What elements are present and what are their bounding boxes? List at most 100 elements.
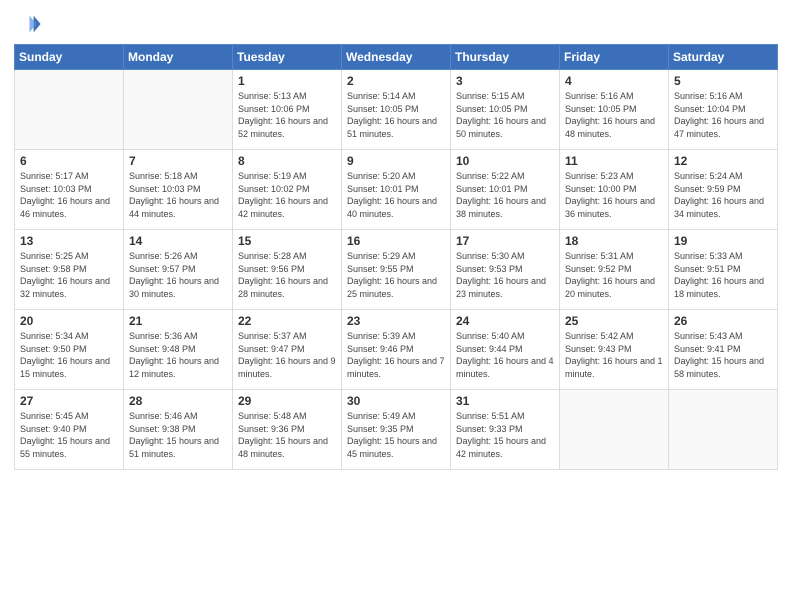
day-cell: 9 Sunrise: 5:20 AMSunset: 10:01 PMDayligh… [342, 150, 451, 230]
day-cell: 24 Sunrise: 5:40 AMSunset: 9:44 PMDayligh… [451, 310, 560, 390]
day-info: Sunrise: 5:31 AMSunset: 9:52 PMDaylight:… [565, 250, 663, 300]
day-cell: 8 Sunrise: 5:19 AMSunset: 10:02 PMDayligh… [233, 150, 342, 230]
day-number: 20 [20, 314, 118, 328]
day-cell: 3 Sunrise: 5:15 AMSunset: 10:05 PMDayligh… [451, 70, 560, 150]
day-number: 28 [129, 394, 227, 408]
day-cell: 13 Sunrise: 5:25 AMSunset: 9:58 PMDayligh… [15, 230, 124, 310]
day-info: Sunrise: 5:17 AMSunset: 10:03 PMDaylight… [20, 170, 118, 220]
day-info: Sunrise: 5:24 AMSunset: 9:59 PMDaylight:… [674, 170, 772, 220]
day-info: Sunrise: 5:15 AMSunset: 10:05 PMDaylight… [456, 90, 554, 140]
header [14, 10, 778, 38]
day-number: 4 [565, 74, 663, 88]
day-number: 23 [347, 314, 445, 328]
day-number: 11 [565, 154, 663, 168]
day-cell: 29 Sunrise: 5:48 AMSunset: 9:36 PMDayligh… [233, 390, 342, 470]
logo [14, 10, 44, 38]
day-number: 6 [20, 154, 118, 168]
day-number: 25 [565, 314, 663, 328]
weekday-header-sunday: Sunday [15, 45, 124, 70]
day-info: Sunrise: 5:43 AMSunset: 9:41 PMDaylight:… [674, 330, 772, 380]
day-info: Sunrise: 5:22 AMSunset: 10:01 PMDaylight… [456, 170, 554, 220]
day-cell: 27 Sunrise: 5:45 AMSunset: 9:40 PMDayligh… [15, 390, 124, 470]
day-cell [669, 390, 778, 470]
day-number: 19 [674, 234, 772, 248]
day-cell: 26 Sunrise: 5:43 AMSunset: 9:41 PMDayligh… [669, 310, 778, 390]
day-cell: 21 Sunrise: 5:36 AMSunset: 9:48 PMDayligh… [124, 310, 233, 390]
day-number: 16 [347, 234, 445, 248]
day-info: Sunrise: 5:18 AMSunset: 10:03 PMDaylight… [129, 170, 227, 220]
day-number: 15 [238, 234, 336, 248]
day-info: Sunrise: 5:19 AMSunset: 10:02 PMDaylight… [238, 170, 336, 220]
weekday-header-thursday: Thursday [451, 45, 560, 70]
day-number: 24 [456, 314, 554, 328]
week-row-5: 27 Sunrise: 5:45 AMSunset: 9:40 PMDayligh… [15, 390, 778, 470]
day-cell: 28 Sunrise: 5:46 AMSunset: 9:38 PMDayligh… [124, 390, 233, 470]
day-number: 18 [565, 234, 663, 248]
day-info: Sunrise: 5:48 AMSunset: 9:36 PMDaylight:… [238, 410, 336, 460]
day-number: 26 [674, 314, 772, 328]
day-number: 3 [456, 74, 554, 88]
day-cell: 11Sunrise: 5:23 AMSunset: 10:00 PMDaylig… [560, 150, 669, 230]
day-info: Sunrise: 5:16 AMSunset: 10:05 PMDaylight… [565, 90, 663, 140]
day-info: Sunrise: 5:20 AMSunset: 10:01 PMDaylight… [347, 170, 445, 220]
day-info: Sunrise: 5:45 AMSunset: 9:40 PMDaylight:… [20, 410, 118, 460]
day-number: 8 [238, 154, 336, 168]
day-number: 30 [347, 394, 445, 408]
day-cell: 4 Sunrise: 5:16 AMSunset: 10:05 PMDayligh… [560, 70, 669, 150]
weekday-header-row: SundayMondayTuesdayWednesdayThursdayFrid… [15, 45, 778, 70]
day-cell: 7 Sunrise: 5:18 AMSunset: 10:03 PMDayligh… [124, 150, 233, 230]
day-cell: 14 Sunrise: 5:26 AMSunset: 9:57 PMDayligh… [124, 230, 233, 310]
calendar: SundayMondayTuesdayWednesdayThursdayFrid… [14, 44, 778, 470]
day-number: 12 [674, 154, 772, 168]
day-cell: 10 Sunrise: 5:22 AMSunset: 10:01 PMDaylig… [451, 150, 560, 230]
day-number: 22 [238, 314, 336, 328]
day-cell: 18 Sunrise: 5:31 AMSunset: 9:52 PMDayligh… [560, 230, 669, 310]
day-number: 1 [238, 74, 336, 88]
day-number: 10 [456, 154, 554, 168]
week-row-3: 13 Sunrise: 5:25 AMSunset: 9:58 PMDayligh… [15, 230, 778, 310]
day-info: Sunrise: 5:34 AMSunset: 9:50 PMDaylight:… [20, 330, 118, 380]
day-cell [560, 390, 669, 470]
day-cell: 5Sunrise: 5:16 AMSunset: 10:04 PMDayligh… [669, 70, 778, 150]
day-cell: 2Sunrise: 5:14 AMSunset: 10:05 PMDayligh… [342, 70, 451, 150]
day-cell: 20 Sunrise: 5:34 AMSunset: 9:50 PMDayligh… [15, 310, 124, 390]
day-info: Sunrise: 5:25 AMSunset: 9:58 PMDaylight:… [20, 250, 118, 300]
day-cell [15, 70, 124, 150]
day-number: 21 [129, 314, 227, 328]
day-info: Sunrise: 5:33 AMSunset: 9:51 PMDaylight:… [674, 250, 772, 300]
day-info: Sunrise: 5:26 AMSunset: 9:57 PMDaylight:… [129, 250, 227, 300]
weekday-header-wednesday: Wednesday [342, 45, 451, 70]
day-cell: 30 Sunrise: 5:49 AMSunset: 9:35 PMDayligh… [342, 390, 451, 470]
page: SundayMondayTuesdayWednesdayThursdayFrid… [0, 0, 792, 612]
day-cell [124, 70, 233, 150]
day-info: Sunrise: 5:42 AMSunset: 9:43 PMDaylight:… [565, 330, 663, 380]
day-info: Sunrise: 5:46 AMSunset: 9:38 PMDaylight:… [129, 410, 227, 460]
day-cell: 19 Sunrise: 5:33 AMSunset: 9:51 PMDayligh… [669, 230, 778, 310]
day-info: Sunrise: 5:40 AMSunset: 9:44 PMDaylight:… [456, 330, 554, 380]
week-row-1: 1Sunrise: 5:13 AMSunset: 10:06 PMDayligh… [15, 70, 778, 150]
day-info: Sunrise: 5:36 AMSunset: 9:48 PMDaylight:… [129, 330, 227, 380]
day-number: 9 [347, 154, 445, 168]
day-number: 14 [129, 234, 227, 248]
day-number: 17 [456, 234, 554, 248]
day-number: 5 [674, 74, 772, 88]
day-number: 7 [129, 154, 227, 168]
day-cell: 31Sunrise: 5:51 AMSunset: 9:33 PMDayligh… [451, 390, 560, 470]
day-number: 27 [20, 394, 118, 408]
day-info: Sunrise: 5:49 AMSunset: 9:35 PMDaylight:… [347, 410, 445, 460]
day-cell: 16 Sunrise: 5:29 AMSunset: 9:55 PMDayligh… [342, 230, 451, 310]
day-cell: 12 Sunrise: 5:24 AMSunset: 9:59 PMDayligh… [669, 150, 778, 230]
day-number: 29 [238, 394, 336, 408]
day-cell: 23Sunrise: 5:39 AMSunset: 9:46 PMDayligh… [342, 310, 451, 390]
day-info: Sunrise: 5:30 AMSunset: 9:53 PMDaylight:… [456, 250, 554, 300]
day-cell: 1Sunrise: 5:13 AMSunset: 10:06 PMDayligh… [233, 70, 342, 150]
day-info: Sunrise: 5:37 AMSunset: 9:47 PMDaylight:… [238, 330, 336, 380]
day-cell: 22 Sunrise: 5:37 AMSunset: 9:47 PMDayligh… [233, 310, 342, 390]
weekday-header-saturday: Saturday [669, 45, 778, 70]
weekday-header-tuesday: Tuesday [233, 45, 342, 70]
day-number: 2 [347, 74, 445, 88]
day-number: 13 [20, 234, 118, 248]
week-row-2: 6 Sunrise: 5:17 AMSunset: 10:03 PMDayligh… [15, 150, 778, 230]
day-info: Sunrise: 5:29 AMSunset: 9:55 PMDaylight:… [347, 250, 445, 300]
day-cell: 6 Sunrise: 5:17 AMSunset: 10:03 PMDayligh… [15, 150, 124, 230]
